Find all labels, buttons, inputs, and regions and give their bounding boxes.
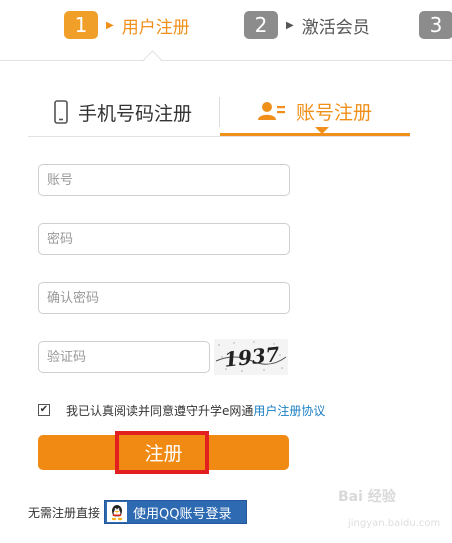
qq-login-button[interactable]: 使用QQ账号登录 bbox=[104, 500, 248, 524]
agreement-row: ✔ 我已认真阅读并同意遵守升学e网通 用户注册协议 bbox=[38, 401, 325, 419]
step-3: 3 bbox=[419, 0, 452, 50]
qq-login-label: 使用QQ账号登录 bbox=[133, 506, 232, 522]
step-arrow-icon: ▶ bbox=[106, 19, 114, 31]
qq-penguin-icon bbox=[107, 502, 128, 522]
step-2: 2 ▶ 激活会员 bbox=[244, 0, 370, 50]
step-1-label: 用户注册 bbox=[121, 17, 190, 38]
agreement-link[interactable]: 用户注册协议 bbox=[253, 402, 325, 419]
step-2-label: 激活会员 bbox=[301, 17, 370, 38]
active-step-pointer bbox=[143, 50, 162, 69]
captcha-image[interactable]: 1937 bbox=[214, 339, 288, 375]
step-2-number: 2 bbox=[244, 11, 278, 39]
watermark-url: jingyan.baidu.com bbox=[348, 518, 441, 529]
qq-login-prefix: 无需注册直接 bbox=[28, 505, 101, 520]
active-tab-pointer bbox=[315, 127, 329, 134]
step-3-number: 3 bbox=[419, 11, 452, 39]
password-input[interactable] bbox=[38, 223, 290, 255]
step-arrow-icon: ▶ bbox=[286, 19, 294, 31]
register-tabs: 手机号码注册 账号注册 bbox=[28, 89, 410, 137]
register-button[interactable]: 注册 bbox=[38, 435, 289, 470]
tab-phone-label: 手机号码注册 bbox=[77, 102, 192, 125]
baidu-jingyan-watermark: Bai 经验 jingyan.baidu.com bbox=[338, 486, 450, 538]
step-1-number: 1 bbox=[64, 11, 98, 39]
tab-phone-register[interactable]: 手机号码注册 bbox=[28, 89, 218, 135]
watermark-logo: Bai 经验 bbox=[338, 489, 396, 505]
agreement-checkbox[interactable]: ✔ bbox=[38, 404, 50, 416]
agreement-text: 我已认真阅读并同意遵守升学e网通 bbox=[66, 403, 254, 418]
phone-icon bbox=[54, 100, 68, 124]
qq-login-row: 无需注册直接 使用QQ账号登录 bbox=[28, 500, 248, 524]
step-1: 1 ▶ 用户注册 bbox=[64, 0, 190, 50]
tab-account-label: 账号注册 bbox=[295, 101, 372, 124]
account-input[interactable] bbox=[38, 164, 290, 196]
captcha-input[interactable] bbox=[38, 341, 210, 373]
user-card-icon bbox=[257, 102, 285, 120]
registration-steps: 1 ▶ 用户注册 2 ▶ 激活会员 3 bbox=[0, 0, 452, 69]
confirm-password-input[interactable] bbox=[38, 282, 290, 314]
